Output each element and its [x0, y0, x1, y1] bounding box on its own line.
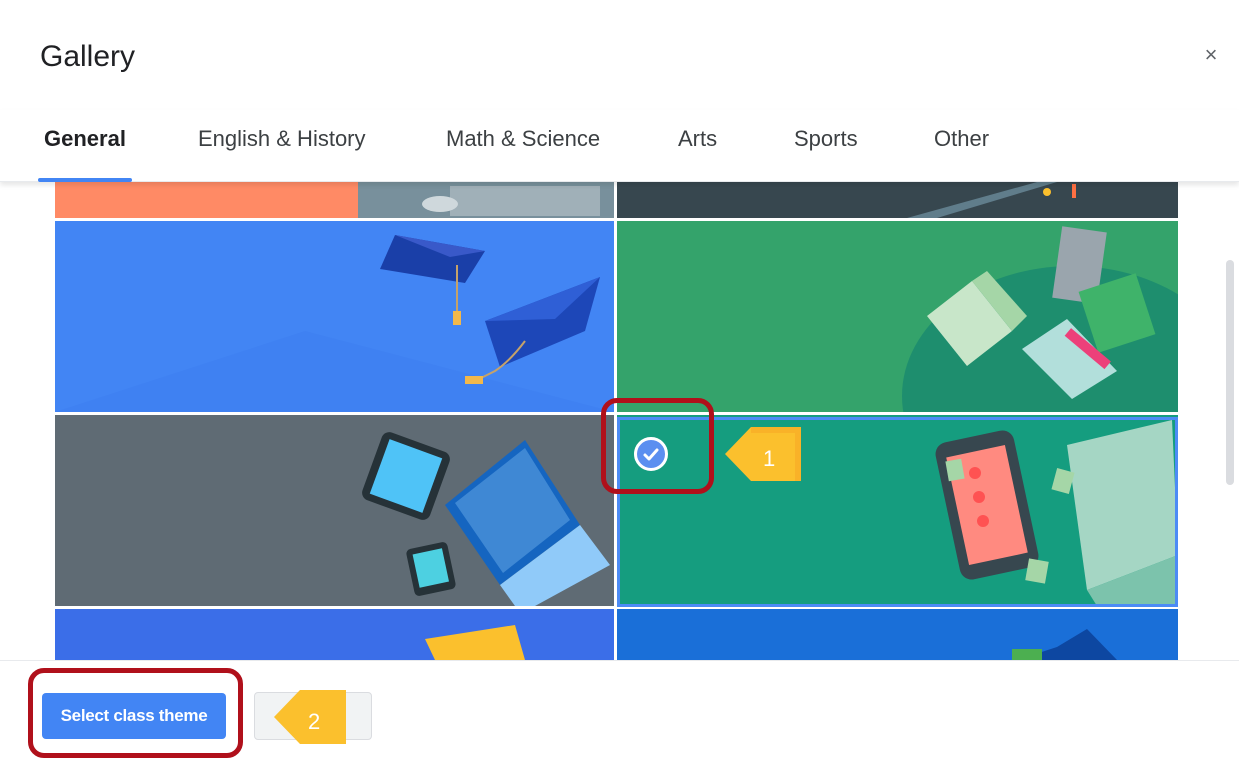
theme-gallery-grid — [0, 182, 1239, 660]
dialog-title: Gallery — [40, 40, 136, 73]
gallery-scrollbar[interactable] — [1226, 260, 1234, 485]
callout-number-2: 2 — [308, 709, 321, 734]
tab-english-history[interactable]: English & History — [198, 126, 366, 152]
tab-general[interactable]: General — [44, 126, 126, 152]
theme-tile-phone-papers[interactable] — [617, 415, 1178, 606]
category-tabs: General English & History Math & Science… — [0, 110, 1239, 182]
tab-math-science[interactable]: Math & Science — [446, 126, 600, 152]
tab-other[interactable]: Other — [934, 126, 989, 152]
tab-arts[interactable]: Arts — [678, 126, 717, 152]
gallery-dialog: Gallery × General English & History Math… — [0, 0, 1239, 759]
check-circle-icon — [634, 437, 668, 471]
theme-tile-laptop-tablets[interactable] — [55, 415, 614, 606]
active-tab-indicator — [38, 178, 132, 182]
theme-tile-graduation-caps[interactable] — [55, 221, 614, 412]
callout-number-1: 1 — [763, 446, 776, 471]
select-class-theme-button[interactable]: Select class theme — [42, 693, 226, 739]
tab-sports[interactable]: Sports — [794, 126, 858, 152]
theme-tile-bottom-left[interactable] — [55, 609, 614, 660]
theme-tile-bottom-right[interactable] — [617, 609, 1178, 660]
theme-tile-top-left[interactable] — [55, 182, 614, 218]
theme-tile-top-right[interactable] — [617, 182, 1178, 218]
theme-tile-open-books[interactable] — [617, 221, 1178, 412]
close-icon[interactable]: × — [1200, 44, 1222, 66]
